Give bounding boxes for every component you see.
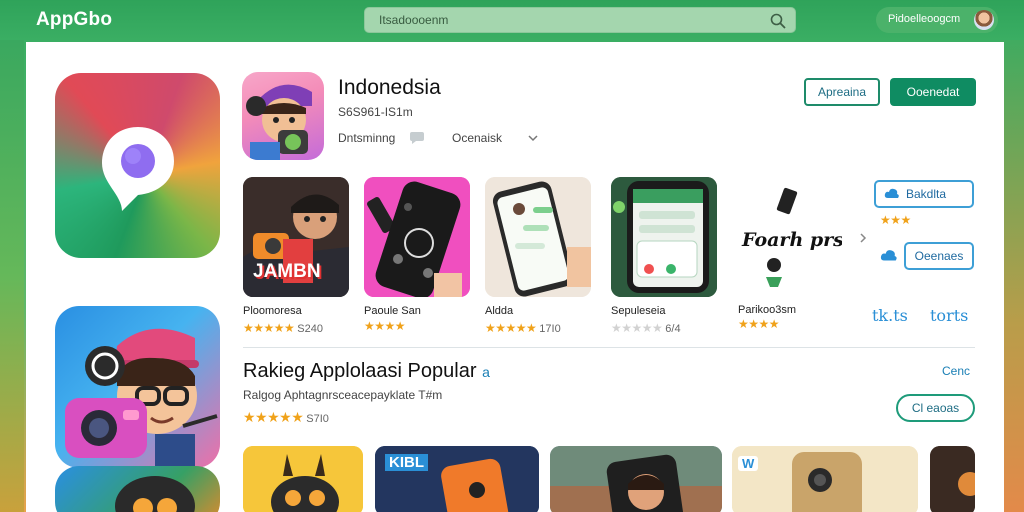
side-button-1[interactable]: Bakdlta bbox=[874, 180, 974, 208]
screenshot-4-art bbox=[611, 177, 717, 297]
app-icon-partial[interactable] bbox=[55, 466, 220, 512]
popular-app-card-1[interactable] bbox=[243, 446, 363, 512]
screenshot-1-title: JAMBN bbox=[253, 261, 321, 282]
search-placeholder: Itsadoooenm bbox=[379, 13, 449, 27]
screenshot-4-label: Sepuleseia bbox=[611, 305, 666, 317]
see-all-link[interactable]: Cenc bbox=[942, 364, 970, 378]
chevron-right-icon[interactable] bbox=[858, 232, 868, 244]
screenshot-2-art bbox=[364, 177, 470, 297]
cloud-icon bbox=[880, 250, 897, 261]
app-subtitle: S6S961-IS1m bbox=[338, 105, 413, 119]
open-button[interactable]: Apreaina bbox=[804, 78, 880, 106]
screenshot-5-label: Parikoo3sm bbox=[738, 304, 797, 316]
location-pin-icon bbox=[102, 127, 174, 211]
screenshot-1-label: Ploomoresa bbox=[243, 305, 302, 317]
app-character-illustration bbox=[246, 84, 312, 160]
screenshot-4[interactable] bbox=[611, 177, 717, 297]
popular-app-4-badge: W bbox=[738, 456, 759, 471]
install-button[interactable]: Ooenedat bbox=[890, 78, 976, 106]
screenshot-1[interactable]: JAMBN bbox=[243, 177, 349, 297]
app-title: Indonedsia bbox=[338, 76, 441, 99]
screenshot-1-rating: ★★★★★ S240 bbox=[243, 321, 323, 335]
side-button-2[interactable]: Oeenaes bbox=[904, 242, 974, 270]
section-subtitle: Ralgog Aphtagnrsceacepayklate T#m bbox=[243, 388, 443, 402]
side-button-1-label: Bakdlta bbox=[906, 187, 947, 201]
app-category-secondary[interactable]: Ocenaisk bbox=[452, 131, 502, 145]
search-input[interactable]: Itsadoooenm bbox=[364, 7, 796, 33]
featured-app-icon[interactable] bbox=[55, 73, 220, 258]
avatar[interactable] bbox=[974, 10, 994, 30]
popular-app-card-4[interactable]: W bbox=[732, 446, 918, 512]
screenshot-3-label: Aldda bbox=[485, 305, 514, 317]
section-divider bbox=[243, 347, 975, 348]
popular-app-2-badge: KIBL bbox=[385, 454, 428, 471]
user-menu[interactable]: Pidoelleoogcm bbox=[876, 7, 998, 33]
see-more-button[interactable]: Cl eaoas bbox=[896, 394, 975, 422]
screenshot-4-rating: ★★★★★ 6/4 bbox=[611, 321, 681, 335]
popular-app-4-art bbox=[732, 446, 918, 512]
section-title: Rakieg Applolaasi Popular a bbox=[243, 360, 490, 382]
screenshot-5-rating: ★★★★ bbox=[738, 317, 780, 331]
popular-app-card-2[interactable]: KIBL bbox=[375, 446, 539, 512]
section-rating: ★★★★★ S7I0 bbox=[243, 409, 329, 425]
user-name: Pidoelleoogcm bbox=[888, 13, 961, 25]
screenshot-3-art bbox=[485, 177, 591, 297]
screenshot-3-rating: ★★★★★ 17I0 bbox=[485, 321, 561, 335]
cartoon-app-icon[interactable] bbox=[55, 306, 220, 468]
side-tag-1: tk.ts bbox=[872, 306, 908, 325]
top-bar: AppGbo Itsadoooenm Pidoelleoogcm bbox=[0, 0, 1024, 42]
screenshot-5-title: Foarh prs. bbox=[742, 229, 842, 251]
app-icon[interactable] bbox=[242, 72, 324, 160]
cloud-icon bbox=[884, 188, 899, 198]
screenshot-2-label: Paoule San bbox=[364, 305, 421, 317]
popular-app-card-5[interactable] bbox=[930, 446, 975, 512]
screenshot-2-rating: ★★★★ bbox=[364, 319, 406, 333]
background-left-edge bbox=[0, 40, 24, 512]
popular-app-1-art bbox=[243, 446, 363, 512]
screenshot-2[interactable] bbox=[364, 177, 470, 297]
screenshot-5[interactable]: Foarh prs. bbox=[732, 177, 842, 297]
popular-app-3-art bbox=[550, 446, 722, 512]
screenshot-3[interactable] bbox=[485, 177, 591, 297]
section-title-badge: a bbox=[482, 364, 490, 380]
cartoon-character-illustration bbox=[65, 328, 218, 468]
side-rating: ★★★ bbox=[880, 213, 911, 227]
search-icon[interactable] bbox=[769, 12, 787, 30]
logo[interactable]: AppGbo bbox=[36, 9, 112, 31]
popular-app-card-3[interactable] bbox=[550, 446, 722, 512]
chat-icon bbox=[410, 132, 424, 144]
side-tag-2: torts bbox=[930, 306, 969, 325]
app-category[interactable]: Dntsminng bbox=[338, 131, 395, 145]
popular-app-5-art bbox=[930, 446, 975, 512]
chevron-down-icon[interactable] bbox=[527, 133, 539, 143]
owl-illustration bbox=[115, 476, 195, 512]
